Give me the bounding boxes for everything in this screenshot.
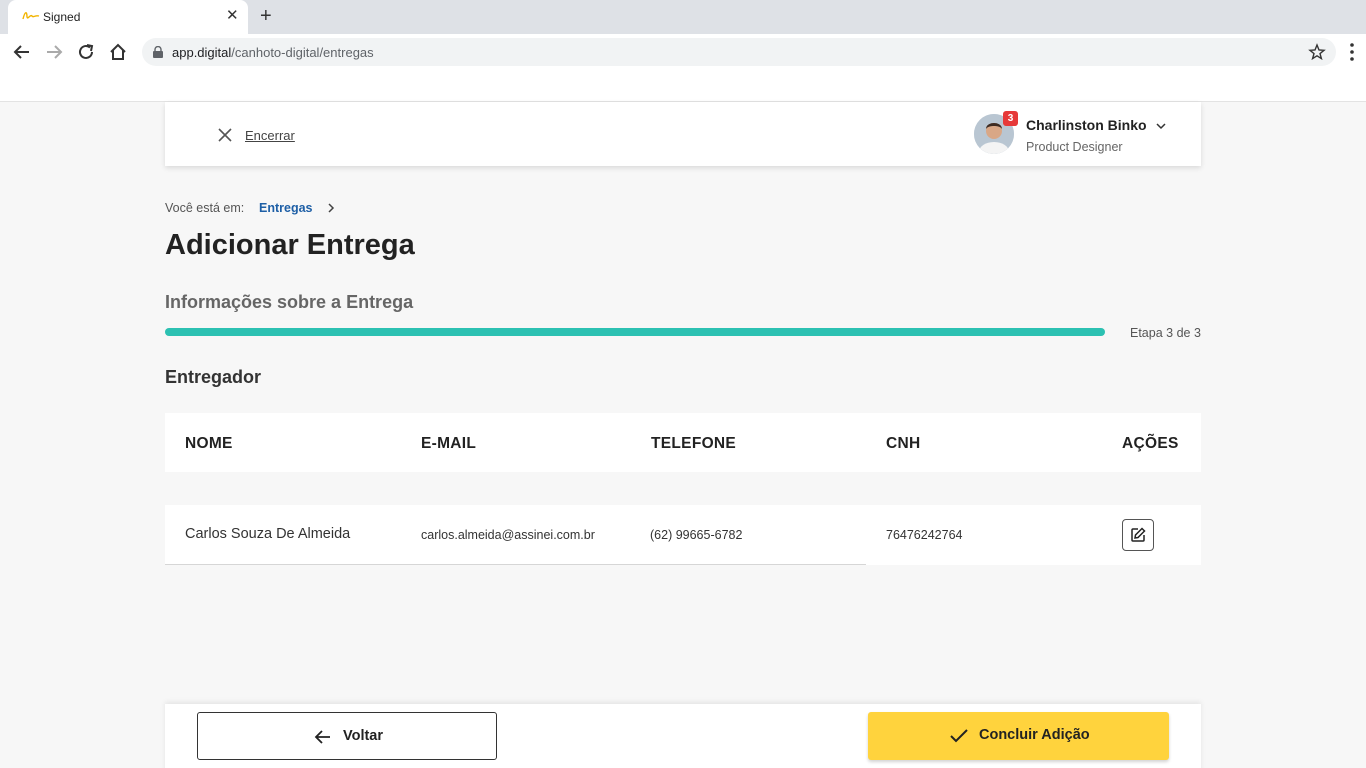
progress-bar: [165, 328, 1105, 336]
section-subtitle: Informações sobre a Entrega: [165, 292, 414, 312]
cell-phone: (62) 99665-6782: [650, 528, 743, 542]
signature-icon: [22, 12, 40, 20]
close-tab-icon[interactable]: ✕: [226, 8, 239, 24]
column-header-cnh: CNH: [886, 435, 921, 452]
browser-menu-icon[interactable]: [1346, 42, 1358, 62]
column-header-nome: NOME: [185, 435, 233, 452]
concluir-label: Concluir Adição: [979, 727, 1090, 743]
page-title: Adicionar Entrega: [165, 229, 415, 261]
arrow-left-icon: [314, 730, 330, 744]
page-top-band: [0, 70, 1366, 102]
group-title: Entregador: [165, 367, 262, 387]
table-row: Carlos Souza De Almeida carlos.almeida@a…: [165, 505, 1201, 565]
home-icon[interactable]: [108, 42, 128, 62]
cell-name: Carlos Souza De Almeida: [185, 526, 351, 542]
cell-cnh: 76476242764: [886, 528, 963, 542]
tab-title: Signed: [43, 10, 81, 24]
bookmark-star-icon[interactable]: [1308, 43, 1326, 61]
browser-tab[interactable]: Signed ✕: [8, 0, 248, 34]
new-tab-icon[interactable]: +: [260, 6, 272, 26]
forward-arrow-icon[interactable]: [44, 42, 64, 62]
column-header-telefone: TELEFONE: [651, 435, 737, 452]
lock-icon: [153, 46, 163, 58]
encerrar-link[interactable]: Encerrar: [245, 128, 295, 143]
voltar-button[interactable]: Voltar: [197, 712, 497, 760]
row-divider: [165, 564, 866, 565]
column-header-email: E-MAIL: [421, 435, 477, 452]
chevron-right-icon: [328, 203, 335, 213]
user-name[interactable]: Charlinston Binko: [1026, 117, 1147, 133]
chevron-down-icon[interactable]: [1155, 120, 1167, 132]
url-text: app.digital/canhoto-digital/entregas: [172, 45, 374, 60]
check-icon: [950, 729, 968, 743]
notification-badge: 3: [1003, 111, 1018, 126]
voltar-label: Voltar: [343, 728, 384, 744]
footer-actions: Voltar Concluir Adição: [165, 704, 1201, 768]
close-icon[interactable]: [217, 127, 233, 143]
breadcrumb-link-entregas[interactable]: Entregas: [259, 201, 313, 215]
step-label: Etapa 3 de 3: [1130, 326, 1201, 340]
concluir-adicao-button[interactable]: Concluir Adição: [868, 712, 1169, 760]
browser-tab-bar: Signed ✕ +: [0, 0, 1366, 34]
reload-icon[interactable]: [76, 42, 96, 62]
edit-icon: [1131, 527, 1146, 542]
table-header: NOME E-MAIL TELEFONE CNH AÇÕES: [165, 413, 1201, 472]
app-header: Encerrar 3 Charlinston Binko Product Des…: [165, 102, 1201, 166]
user-role: Product Designer: [1026, 140, 1123, 154]
cell-email: carlos.almeida@assinei.com.br: [421, 528, 595, 542]
column-header-acoes: AÇÕES: [1122, 435, 1179, 452]
progress-fill: [165, 328, 1105, 336]
back-arrow-icon[interactable]: [12, 42, 32, 62]
address-bar[interactable]: app.digital/canhoto-digital/entregas: [142, 38, 1336, 66]
breadcrumb-label: Você está em:: [165, 201, 245, 215]
edit-button[interactable]: [1122, 519, 1154, 551]
browser-toolbar: app.digital/canhoto-digital/entregas: [0, 34, 1366, 70]
